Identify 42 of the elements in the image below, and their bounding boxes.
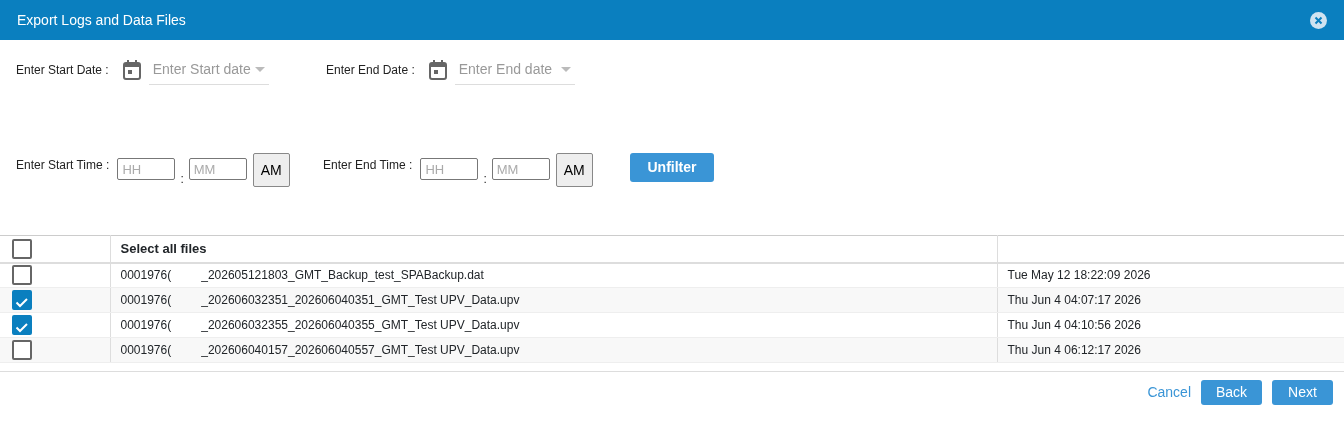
file-name: 0001976( bbox=[120, 268, 172, 283]
checkbox[interactable] bbox=[12, 290, 32, 310]
file-date: Thu Jun 4 04:10:56 2026 bbox=[1007, 318, 1141, 332]
field-label: Enter End Date : bbox=[326, 62, 415, 79]
unfilter-button[interactable]: Unfilter bbox=[630, 153, 714, 182]
field-label: Enter End Time : bbox=[323, 157, 413, 174]
am-pm-button[interactable]: AM bbox=[555, 153, 593, 187]
window-title: Export Logs and Data Files bbox=[17, 10, 186, 30]
close-icon[interactable] bbox=[1310, 11, 1327, 29]
checkbox[interactable] bbox=[12, 340, 32, 360]
hour-input[interactable]: HH bbox=[420, 158, 479, 180]
date-dropdown[interactable]: Enter End date bbox=[454, 55, 575, 85]
field-label: Enter Start Time : bbox=[16, 157, 110, 174]
field-label: Enter Start Date : bbox=[16, 62, 109, 79]
file-name: 0001976( bbox=[120, 318, 172, 332]
checkbox[interactable] bbox=[12, 265, 32, 286]
checkbox[interactable] bbox=[12, 238, 32, 259]
calendar-icon[interactable] bbox=[122, 60, 141, 80]
calendar-icon[interactable] bbox=[428, 60, 447, 80]
caret-icon bbox=[254, 66, 265, 73]
file-date: Thu Jun 4 04:07:17 2026 bbox=[1007, 293, 1141, 307]
column-header: Select all files bbox=[120, 241, 207, 256]
file-name: _202605121803_GMT_Backup_test_SPABackup.dat bbox=[201, 268, 484, 283]
am-pm-button[interactable]: AM bbox=[252, 153, 290, 187]
minute-input[interactable]: MM bbox=[188, 158, 247, 180]
file-name: _202606032355_202606040355_GMT_Test UPV_Data.upv bbox=[201, 318, 520, 332]
file-date: Thu Jun 4 06:12:17 2026 bbox=[1007, 343, 1141, 357]
back-button[interactable]: Back bbox=[1201, 380, 1262, 405]
date-dropdown[interactable]: Enter Start date bbox=[148, 55, 269, 85]
time-separator: : bbox=[180, 173, 184, 185]
cancel-link[interactable]: Cancel bbox=[1147, 382, 1191, 403]
file-name: 0001976( bbox=[120, 343, 172, 357]
next-button[interactable]: Next bbox=[1272, 380, 1333, 405]
file-name: _202606032351_202606040351_GMT_Test UPV_Data.upv bbox=[201, 293, 520, 307]
time-separator: : bbox=[483, 173, 487, 185]
checkbox[interactable] bbox=[12, 315, 32, 335]
file-name: 0001976( bbox=[120, 293, 172, 307]
hour-input[interactable]: HH bbox=[117, 158, 176, 180]
file-date: Tue May 12 18:22:09 2026 bbox=[1007, 268, 1151, 283]
minute-input[interactable]: MM bbox=[491, 158, 550, 180]
file-name: _202606040157_202606040557_GMT_Test UPV_Data.upv bbox=[201, 343, 520, 357]
caret-icon bbox=[560, 66, 571, 73]
